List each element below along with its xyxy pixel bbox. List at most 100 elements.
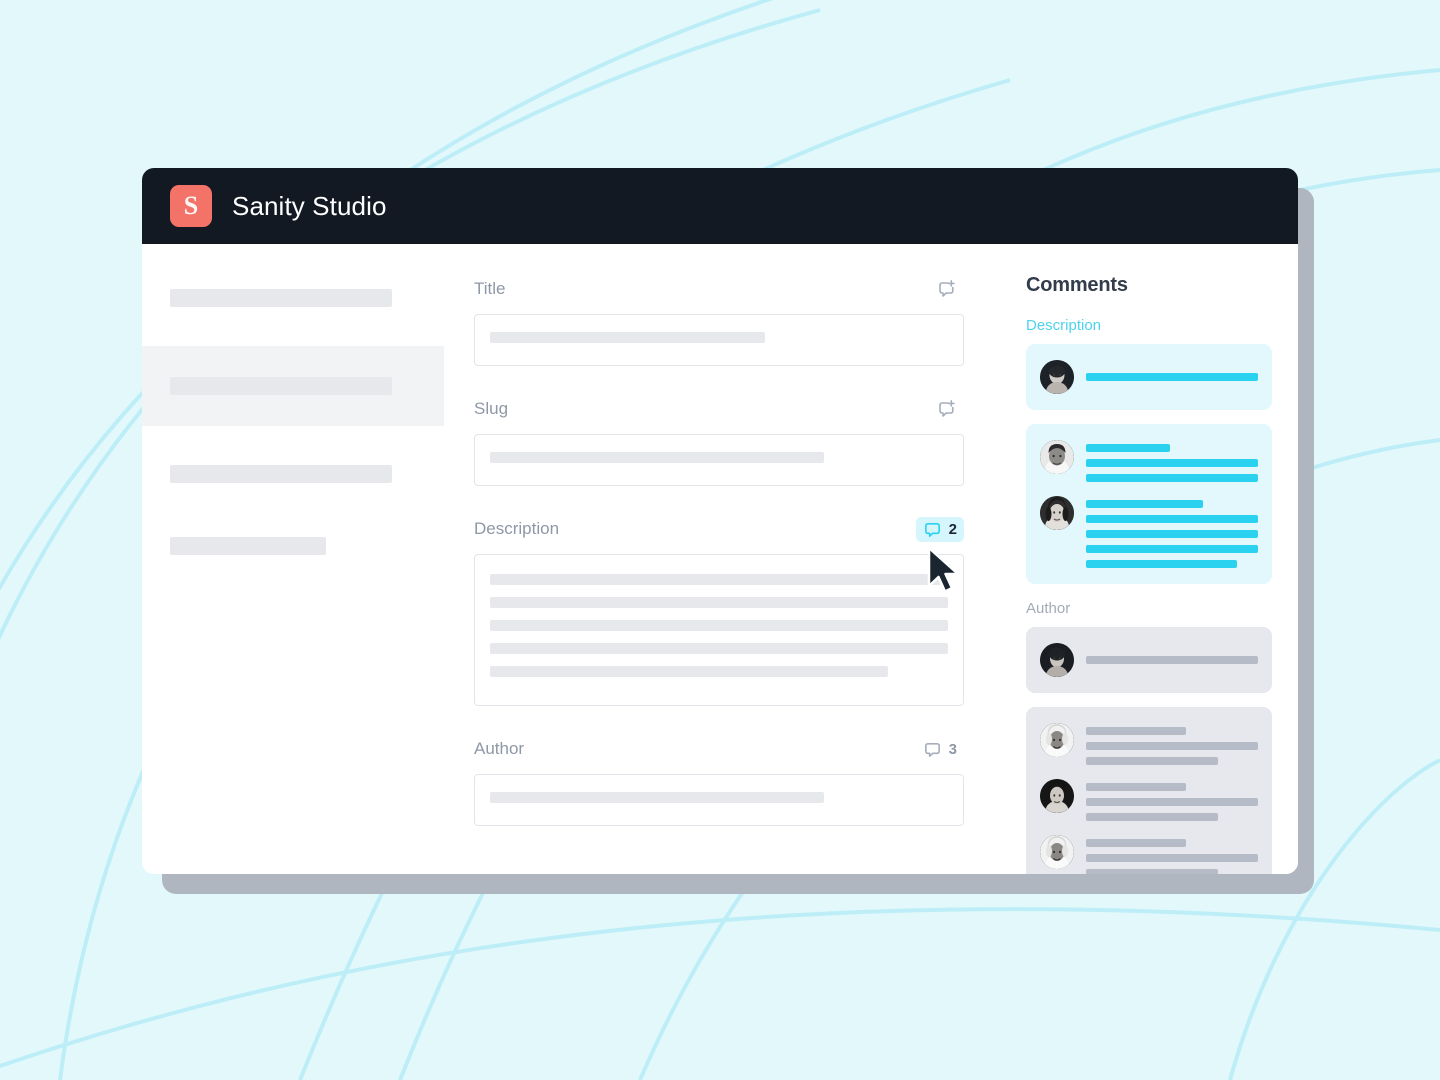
title-input[interactable] xyxy=(474,314,964,366)
comment-line xyxy=(1086,727,1186,735)
comment-row xyxy=(1040,440,1258,482)
app-title: Sanity Studio xyxy=(232,190,387,221)
sidebar-item-1[interactable] xyxy=(142,274,444,322)
description-comment-count: 2 xyxy=(948,520,957,538)
avatar-man-3-icon xyxy=(1040,835,1074,869)
sidebar-item-2[interactable] xyxy=(142,346,444,426)
author-value-placeholder xyxy=(490,792,825,803)
description-line-1 xyxy=(490,574,948,585)
avatar-woman-1-icon xyxy=(1040,360,1074,394)
sanity-logo-icon: S xyxy=(170,185,212,227)
comment-line xyxy=(1086,515,1258,523)
slug-input[interactable] xyxy=(474,434,964,486)
comment-line xyxy=(1086,444,1171,452)
comment-icon xyxy=(924,742,940,757)
field-slug-header: Slug xyxy=(474,396,964,422)
sidebar-item-1-label-placeholder xyxy=(170,289,392,307)
comment-card[interactable] xyxy=(1026,344,1272,410)
field-slug: Slug xyxy=(474,396,964,486)
sidebar-item-3[interactable] xyxy=(142,450,444,498)
comments-group-label-author: Author xyxy=(1026,600,1071,617)
comment-line xyxy=(1086,474,1258,482)
comment-line xyxy=(1086,839,1186,847)
description-line-2 xyxy=(490,597,948,608)
comments-group-label-description: Description xyxy=(1026,317,1102,334)
comment-line xyxy=(1086,560,1238,568)
comment-line xyxy=(1086,373,1258,381)
comments-panel-title: Comments xyxy=(1026,274,1128,296)
comment-line xyxy=(1086,813,1219,821)
comment-card[interactable] xyxy=(1026,424,1272,584)
comment-row xyxy=(1040,360,1258,394)
sidebar-item-4-label-placeholder xyxy=(170,537,326,555)
field-author-label: Author xyxy=(474,739,525,758)
author-comment-count: 3 xyxy=(948,740,957,758)
comment-line xyxy=(1086,854,1258,862)
title-value-placeholder xyxy=(490,332,765,343)
sidebar-gap-2 xyxy=(142,426,444,450)
field-author: Author 3 xyxy=(474,736,964,826)
comment-text-lines xyxy=(1086,656,1258,664)
comment-line xyxy=(1086,656,1258,664)
description-input[interactable] xyxy=(474,554,964,706)
author-input[interactable] xyxy=(474,774,964,826)
comments-panel: Comments Description Author xyxy=(1008,244,1298,874)
comment-text-lines xyxy=(1086,835,1258,874)
comment-count-button-author[interactable]: 3 xyxy=(916,737,964,762)
comment-line xyxy=(1086,500,1203,508)
field-author-header: Author 3 xyxy=(474,736,964,762)
avatar-woman-2-icon xyxy=(1040,496,1074,530)
comment-card[interactable] xyxy=(1026,707,1272,874)
field-description-header: Description 2 xyxy=(474,516,964,542)
field-description: Description 2 xyxy=(474,516,964,706)
sidebar xyxy=(142,244,444,874)
sidebar-item-3-label-placeholder xyxy=(170,465,392,483)
sidebar-gap-3 xyxy=(142,498,444,522)
add-comment-button-title[interactable] xyxy=(930,276,964,302)
add-comment-icon xyxy=(939,280,955,297)
sidebar-item-4[interactable] xyxy=(142,522,444,570)
window-titlebar: S Sanity Studio xyxy=(142,168,1298,244)
field-slug-label: Slug xyxy=(474,399,509,418)
comment-text-lines xyxy=(1086,779,1258,821)
field-title: Title xyxy=(474,276,964,366)
comment-row xyxy=(1040,835,1258,874)
comment-row xyxy=(1040,779,1258,821)
field-description-label: Description xyxy=(474,519,560,538)
svg-text:S: S xyxy=(184,191,198,220)
avatar-man-2-icon xyxy=(1040,723,1074,757)
add-comment-button-slug[interactable] xyxy=(930,396,964,422)
comment-row xyxy=(1040,723,1258,765)
document-form: Title Slug Description 2 Author 3 xyxy=(444,244,1008,874)
comment-text-lines xyxy=(1086,723,1258,765)
avatar-woman-4-icon xyxy=(1040,779,1074,813)
sidebar-item-2-label-placeholder xyxy=(170,377,392,395)
studio-window: S Sanity Studio Title Slug Description 2… xyxy=(142,168,1298,874)
field-title-label: Title xyxy=(474,279,506,298)
description-line-4 xyxy=(490,643,948,654)
avatar-woman-3-icon xyxy=(1040,643,1074,677)
comment-card[interactable] xyxy=(1026,627,1272,693)
comment-line xyxy=(1086,459,1258,467)
comment-line xyxy=(1086,545,1258,553)
comment-row xyxy=(1040,496,1258,568)
comment-line xyxy=(1086,757,1219,765)
comment-text-lines xyxy=(1086,440,1258,482)
description-line-3 xyxy=(490,620,948,631)
comment-icon xyxy=(924,522,940,537)
comment-line xyxy=(1086,869,1219,874)
comment-row xyxy=(1040,643,1258,677)
comment-line xyxy=(1086,530,1258,538)
comment-text-lines xyxy=(1086,496,1258,568)
comment-count-button-description[interactable]: 2 xyxy=(915,516,964,542)
sidebar-gap-1 xyxy=(142,322,444,346)
comment-line xyxy=(1086,798,1258,806)
description-line-5 xyxy=(490,666,889,677)
field-title-header: Title xyxy=(474,276,964,302)
comment-line xyxy=(1086,742,1258,750)
comment-text-lines xyxy=(1086,373,1258,381)
window-body: Title Slug Description 2 Author 3 Commen… xyxy=(142,244,1298,874)
avatar-man-1-icon xyxy=(1040,440,1074,474)
slug-value-placeholder xyxy=(490,452,825,463)
add-comment-icon xyxy=(939,400,955,417)
